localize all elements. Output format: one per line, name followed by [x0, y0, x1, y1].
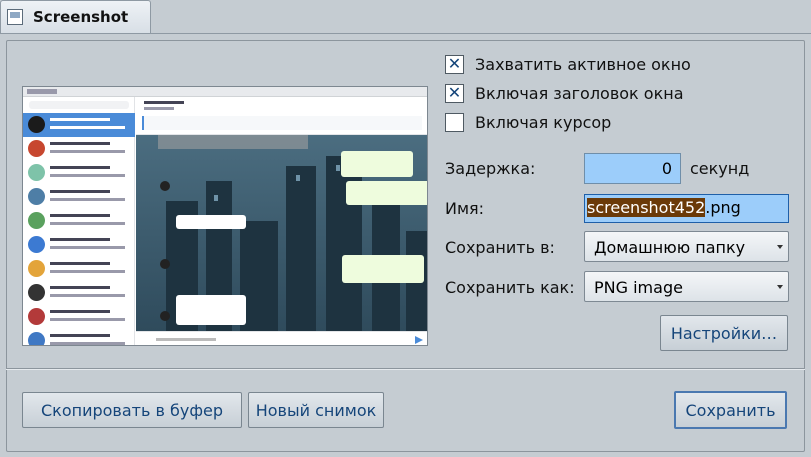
- delay-unit: секунд: [690, 159, 750, 178]
- window-icon: [7, 9, 23, 25]
- save-as-select[interactable]: PNG image: [584, 271, 789, 302]
- main-panel: ✕ Захватить активное окно ✕ Включая заго…: [0, 33, 811, 457]
- save-button[interactable]: Сохранить: [674, 391, 787, 429]
- include-titlebar-option[interactable]: ✕ Включая заголовок окна: [445, 82, 684, 104]
- capture-window-label: Захватить активное окно: [475, 54, 691, 74]
- new-screenshot-button[interactable]: Новый снимок: [248, 392, 384, 428]
- tab-label: Screenshot: [33, 8, 129, 26]
- delay-spinbox[interactable]: 0: [584, 153, 681, 184]
- name-label: Имя:: [445, 199, 485, 218]
- chevron-down-icon: [777, 285, 783, 289]
- screenshot-preview: [22, 86, 428, 346]
- preview-titlebar: [23, 87, 427, 97]
- include-titlebar-label: Включая заголовок окна: [475, 83, 684, 103]
- chevron-down-icon: [777, 245, 783, 249]
- save-to-select[interactable]: Домашнюю папку: [584, 231, 789, 262]
- settings-button[interactable]: Настройки…: [660, 315, 788, 351]
- copy-to-clipboard-button[interactable]: Скопировать в буфер: [22, 392, 242, 428]
- save-as-label: Сохранить как:: [445, 278, 575, 297]
- preview-message-input: [136, 331, 427, 345]
- include-cursor-label: Включая курсор: [475, 112, 612, 132]
- include-cursor-option[interactable]: Включая курсор: [445, 111, 611, 133]
- preview-chat-header: [136, 97, 427, 135]
- tab-screenshot[interactable]: Screenshot: [0, 0, 151, 33]
- preview-chat-list: [23, 97, 135, 345]
- capture-window-option[interactable]: ✕ Захватить активное окно: [445, 53, 691, 75]
- save-to-value: Домашнюю папку: [594, 238, 746, 257]
- separator: [6, 368, 805, 370]
- delay-label: Задержка:: [445, 159, 536, 178]
- name-selected-text: screenshot452: [587, 198, 706, 217]
- save-as-value: PNG image: [594, 278, 683, 297]
- include-cursor-checkbox[interactable]: [445, 112, 464, 132]
- include-titlebar-checkbox[interactable]: ✕: [445, 83, 464, 103]
- name-input[interactable]: screenshot452.png: [584, 194, 789, 223]
- preview-chat-area: [136, 135, 427, 331]
- capture-window-checkbox[interactable]: ✕: [445, 54, 464, 74]
- save-to-label: Сохранить в:: [445, 238, 555, 257]
- name-extension: .png: [705, 198, 741, 217]
